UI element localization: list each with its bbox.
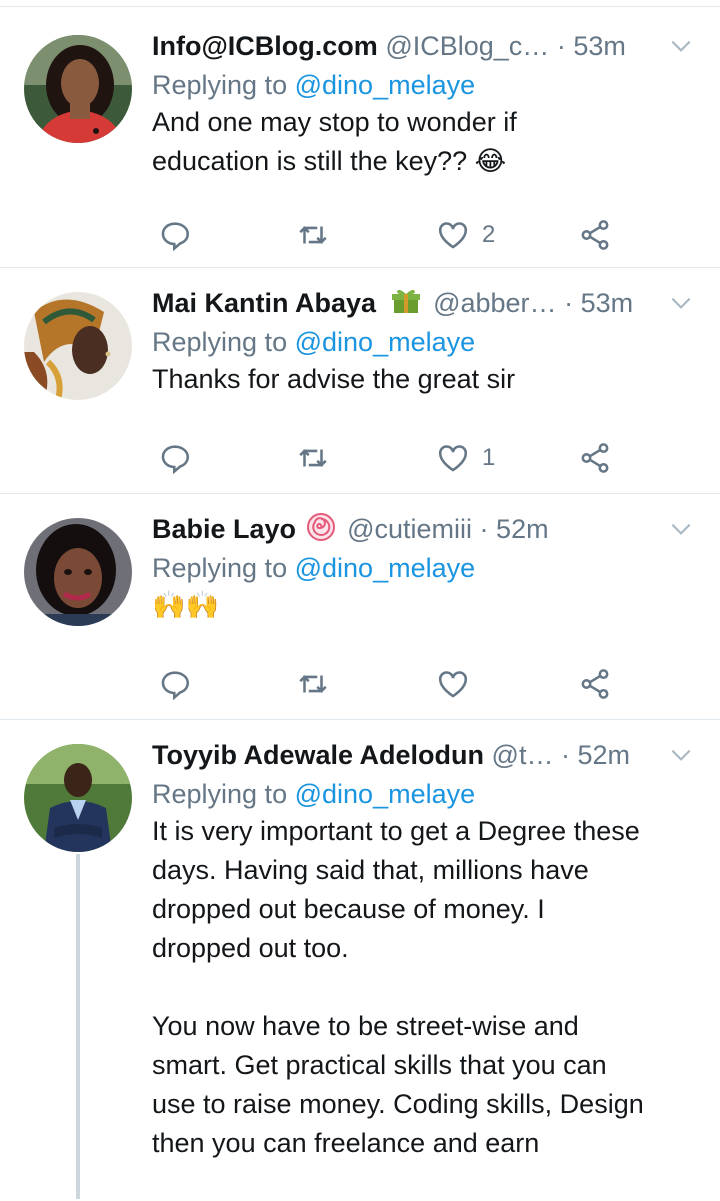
tweet[interactable]: Toyyib Adewale Adelodun @t… · 52m Replyi… — [0, 720, 720, 1200]
tweet-header: Info@ICBlog.com @ICBlog_c… · 53m — [152, 29, 700, 63]
retweet-button[interactable] — [296, 438, 330, 478]
mention-link[interactable]: @dino_melaye — [295, 327, 476, 357]
tweet-text: And one may stop to wonder if education … — [152, 107, 517, 176]
heart-icon — [438, 222, 468, 249]
replying-to-label: Replying to — [152, 779, 288, 809]
tweet[interactable]: Babie Layo @cutiemiii · 52m Replying to … — [0, 494, 720, 720]
avatar[interactable] — [24, 292, 132, 400]
reply-button[interactable] — [158, 664, 192, 704]
share-button[interactable] — [578, 438, 612, 478]
tweet-header: Babie Layo @cutiemiii · 52m — [152, 512, 700, 546]
replying-to-label: Replying to — [152, 553, 288, 583]
share-icon — [581, 669, 609, 699]
replying-to: Replying to @dino_melaye — [152, 550, 700, 586]
user-handle[interactable]: @abber… — [433, 288, 556, 318]
display-name[interactable]: Info@ICBlog.com — [152, 31, 378, 61]
retweet-button[interactable] — [296, 215, 330, 255]
user-handle[interactable]: @t… — [492, 740, 554, 770]
separator-dot: · — [556, 31, 566, 61]
like-count: 2 — [482, 221, 496, 248]
replying-to: Replying to @dino_melaye — [152, 67, 700, 103]
replying-to: Replying to @dino_melaye — [152, 776, 700, 812]
chevron-down-icon[interactable] — [668, 290, 694, 324]
retweet-icon — [299, 449, 327, 467]
heart-icon — [438, 445, 468, 472]
timestamp[interactable]: 52m — [496, 514, 549, 544]
timestamp[interactable]: 52m — [578, 740, 631, 770]
thread-connector-line — [76, 854, 80, 1199]
timestamp[interactable]: 53m — [581, 288, 634, 318]
avatar[interactable] — [24, 518, 132, 626]
user-handle[interactable]: @ICBlog_c… — [385, 31, 549, 61]
share-icon — [581, 443, 609, 473]
reply-button[interactable] — [158, 438, 192, 478]
tweet-text: Thanks for advise the great sir — [152, 364, 516, 394]
chevron-down-icon[interactable] — [668, 516, 694, 550]
separator-dot: · — [564, 288, 574, 318]
chevron-down-icon[interactable] — [668, 742, 694, 776]
share-icon — [581, 220, 609, 250]
retweet-icon — [299, 226, 327, 244]
tweet-header: Toyyib Adewale Adelodun @t… · 52m — [152, 738, 700, 772]
tweet-header: Mai Kantin Abaya @abber… · 53m — [152, 286, 700, 320]
display-name[interactable]: Toyyib Adewale Adelodun — [152, 740, 484, 770]
tweet-text: It is very important to get a Degree the… — [152, 816, 644, 1158]
tweet-actions: 2 — [152, 215, 720, 255]
tweet[interactable]: Info@ICBlog.com @ICBlog_c… · 53m Replyin… — [0, 7, 720, 268]
timestamp[interactable]: 53m — [573, 31, 626, 61]
tweet-actions — [152, 664, 720, 704]
heart-icon — [438, 671, 468, 698]
like-button[interactable] — [436, 664, 482, 704]
mention-link[interactable]: @dino_melaye — [295, 553, 476, 583]
retweet-icon — [299, 675, 327, 693]
lollipop-icon — [306, 512, 336, 550]
avatar[interactable] — [24, 744, 132, 852]
gift-icon — [390, 287, 422, 323]
like-button[interactable]: 2 — [436, 215, 495, 255]
replying-to: Replying to @dino_melaye — [152, 324, 700, 360]
chevron-down-icon[interactable] — [668, 33, 694, 67]
share-button[interactable] — [578, 215, 612, 255]
tweet-actions: 1 — [152, 438, 720, 478]
separator-dot: · — [479, 514, 489, 545]
user-handle[interactable]: @cutiemiii — [347, 514, 472, 544]
mention-link[interactable]: @dino_melaye — [295, 70, 476, 100]
replying-to-label: Replying to — [152, 327, 288, 357]
share-button[interactable] — [578, 664, 612, 704]
display-name[interactable]: Babie Layo — [152, 514, 296, 544]
retweet-button[interactable] — [296, 664, 330, 704]
avatar[interactable] — [24, 35, 132, 143]
like-count: 1 — [482, 444, 496, 471]
reply-icon — [161, 671, 190, 701]
like-button[interactable]: 1 — [436, 438, 495, 478]
reply-button[interactable] — [158, 215, 192, 255]
display-name[interactable]: Mai Kantin Abaya — [152, 288, 376, 318]
separator-dot: · — [560, 740, 570, 770]
replying-to-label: Replying to — [152, 70, 288, 100]
tweet[interactable]: Mai Kantin Abaya @abber… · 53m Replying … — [0, 268, 720, 494]
reply-icon — [161, 222, 190, 252]
tweet-text: 🙌🙌 — [152, 590, 220, 620]
reply-icon — [161, 445, 190, 475]
mention-link[interactable]: @dino_melaye — [295, 779, 476, 809]
